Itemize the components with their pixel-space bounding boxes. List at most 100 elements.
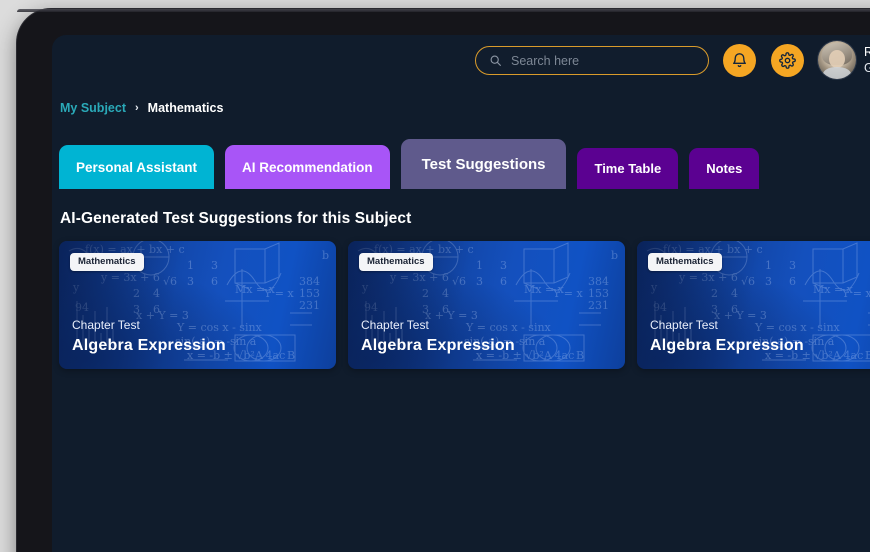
svg-text:4: 4: [442, 287, 449, 300]
search-icon: [489, 54, 502, 67]
tab-ai-recommendation[interactable]: AI Recommendation: [225, 145, 390, 189]
svg-text:6: 6: [500, 275, 507, 288]
page-title: AI-Generated Test Suggestions for this S…: [60, 210, 412, 227]
svg-text:b: b: [322, 249, 329, 262]
card-subject-badge: Mathematics: [359, 253, 433, 271]
svg-text:1: 1: [765, 259, 772, 272]
svg-text:B: B: [287, 349, 295, 362]
svg-text:Y = x: Y = x: [552, 287, 583, 300]
svg-text:3: 3: [711, 303, 718, 316]
svg-text:94: 94: [364, 301, 378, 314]
svg-text:√6: √6: [163, 275, 177, 288]
user-meta: Riyan Grade: [864, 44, 870, 77]
test-suggestion-card[interactable]: f(x) = ax + bx + c y = 3x + 6 13 36 23 4…: [59, 241, 336, 369]
card-kicker: Chapter Test: [72, 318, 140, 332]
tab-test-suggestions[interactable]: Test Suggestions: [400, 139, 567, 189]
svg-text:153: 153: [588, 287, 609, 300]
card-text-block: Chapter Test Algebra Expression: [361, 318, 515, 355]
breadcrumb-parent[interactable]: My Subject: [60, 101, 126, 115]
search-box[interactable]: [475, 46, 709, 75]
svg-text:3: 3: [500, 259, 507, 272]
svg-text:y: y: [650, 281, 658, 294]
svg-text:1: 1: [187, 259, 194, 272]
svg-text:6: 6: [731, 303, 738, 316]
chevron-right-icon: ›: [135, 102, 139, 114]
svg-text:y = 3x + 6: y = 3x + 6: [389, 271, 449, 284]
svg-text:3: 3: [187, 275, 194, 288]
avatar-body: [823, 67, 851, 79]
svg-text:y: y: [361, 281, 369, 294]
avatar: [818, 41, 856, 79]
svg-text:3: 3: [765, 275, 772, 288]
tab-notes[interactable]: Notes: [689, 148, 760, 189]
svg-text:3: 3: [211, 259, 218, 272]
svg-text:y = 3x + 6: y = 3x + 6: [678, 271, 738, 284]
svg-text:4: 4: [153, 287, 160, 300]
svg-text:y = 3x + 6: y = 3x + 6: [100, 271, 160, 284]
svg-text:Mx = x: Mx = x: [235, 283, 276, 296]
test-suggestion-card[interactable]: f(x) = ax + bx + c y = 3x + 6 13 36 23 4…: [637, 241, 870, 369]
svg-text:6: 6: [153, 303, 160, 316]
svg-text:√6: √6: [741, 275, 755, 288]
svg-text:3: 3: [133, 303, 140, 316]
svg-text:4: 4: [731, 287, 738, 300]
svg-text:3: 3: [476, 275, 483, 288]
svg-text:B: B: [865, 349, 870, 362]
svg-text:384: 384: [588, 275, 609, 288]
svg-text:6: 6: [442, 303, 449, 316]
svg-text:231: 231: [588, 299, 609, 312]
card-kicker: Chapter Test: [361, 318, 429, 332]
user-name: Riyan: [864, 44, 870, 59]
bell-icon: [731, 52, 748, 69]
tab-personal-assistant[interactable]: Personal Assistant: [59, 145, 215, 189]
notifications-button[interactable]: [723, 44, 756, 77]
user-grade: Grade: [864, 61, 870, 75]
search-input[interactable]: [511, 53, 691, 68]
svg-text:B: B: [576, 349, 584, 362]
top-bar: Riyan Grade: [52, 35, 870, 89]
test-suggestion-card[interactable]: f(x) = ax + bx + c y = 3x + 6 13 36 23 4…: [348, 241, 625, 369]
svg-text:3: 3: [789, 259, 796, 272]
gear-icon: [779, 52, 796, 69]
tab-bar: Personal Assistant AI Recommendation Tes…: [59, 137, 760, 189]
card-subject-badge: Mathematics: [648, 253, 722, 271]
device-bezel: Riyan Grade My Subject › Mathematics Per…: [17, 9, 870, 552]
card-subject-badge: Mathematics: [70, 253, 144, 271]
screenshot-stage: Riyan Grade My Subject › Mathematics Per…: [0, 0, 870, 552]
app-screen: Riyan Grade My Subject › Mathematics Per…: [52, 35, 870, 552]
test-suggestion-card-list: f(x) = ax + bx + c y = 3x + 6 13 36 23 4…: [59, 241, 870, 369]
breadcrumb-current: Mathematics: [147, 101, 224, 115]
svg-text:6: 6: [211, 275, 218, 288]
svg-text:2: 2: [133, 287, 140, 300]
svg-text:Mx = x: Mx = x: [524, 283, 565, 296]
card-title: Algebra Expression: [650, 337, 804, 354]
svg-text:94: 94: [75, 301, 89, 314]
svg-text:384: 384: [299, 275, 320, 288]
svg-text:A: A: [543, 349, 553, 362]
svg-text:2: 2: [422, 287, 429, 300]
svg-text:153: 153: [299, 287, 320, 300]
svg-text:√6: √6: [452, 275, 466, 288]
svg-text:b: b: [611, 249, 618, 262]
card-title: Algebra Expression: [361, 337, 515, 354]
svg-text:2: 2: [711, 287, 718, 300]
card-title: Algebra Expression: [72, 337, 226, 354]
card-text-block: Chapter Test Algebra Expression: [650, 318, 804, 355]
svg-text:1: 1: [476, 259, 483, 272]
svg-text:A: A: [832, 349, 842, 362]
avatar-face: [829, 50, 845, 68]
svg-text:Y = x: Y = x: [263, 287, 294, 300]
settings-button[interactable]: [771, 44, 804, 77]
card-text-block: Chapter Test Algebra Expression: [72, 318, 226, 355]
svg-text:231: 231: [299, 299, 320, 312]
breadcrumb: My Subject › Mathematics: [60, 101, 223, 115]
user-profile[interactable]: Riyan Grade: [818, 41, 870, 79]
svg-text:A: A: [254, 349, 264, 362]
svg-text:y: y: [72, 281, 80, 294]
svg-text:3: 3: [422, 303, 429, 316]
tab-time-table[interactable]: Time Table: [577, 148, 679, 189]
svg-text:Y = x: Y = x: [841, 287, 870, 300]
svg-text:94: 94: [653, 301, 667, 314]
svg-text:6: 6: [789, 275, 796, 288]
svg-text:Mx = x: Mx = x: [813, 283, 854, 296]
